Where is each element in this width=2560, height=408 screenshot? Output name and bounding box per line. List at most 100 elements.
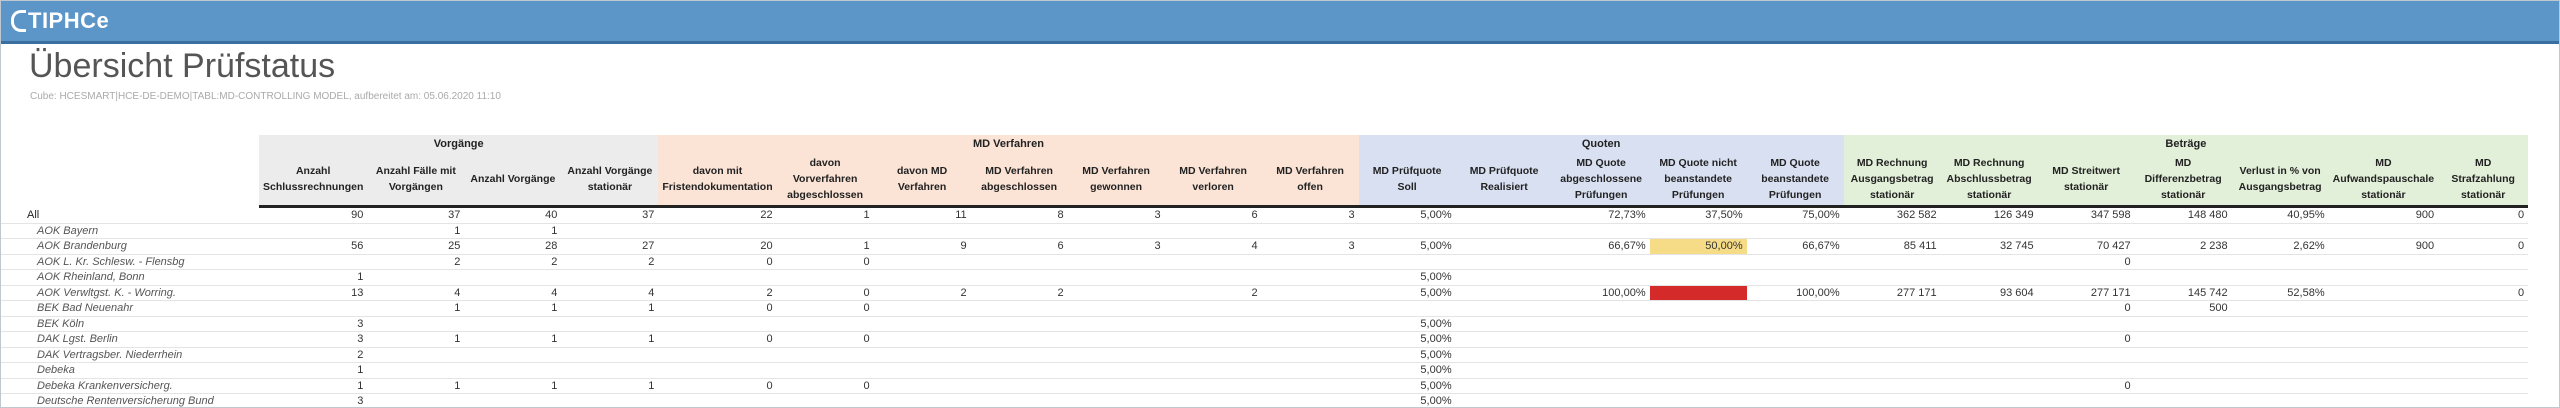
table-cell: 1 [259, 378, 368, 394]
table-cell: 1 [464, 331, 562, 348]
row-label[interactable]: DAK Lgst. Berlin [1, 331, 259, 348]
table-cell [1455, 362, 1553, 379]
table-row[interactable]: AOK Bayern 1 1 [1, 223, 2529, 239]
table-cell [873, 223, 971, 239]
table-cell: 277 171 [1843, 285, 1941, 301]
row-label[interactable]: AOK Verwltgst. K. - Worring. [1, 285, 259, 301]
table-cell [1164, 378, 1262, 394]
column-header[interactable]: MD Quote abgeschlossene Prüfungen [1552, 153, 1650, 208]
table-cell [873, 393, 971, 407]
table-cell [561, 316, 659, 332]
column-header[interactable]: MD Verfahren offen [1261, 153, 1359, 208]
table-cell [1552, 378, 1650, 394]
table-cell [2328, 269, 2439, 286]
column-header[interactable]: Verlust in % von Ausgangsbetrag [2231, 153, 2329, 208]
row-label[interactable]: AOK L. Kr. Schlesw. - Flensbg [1, 254, 259, 270]
row-label[interactable]: BEK Köln [1, 316, 259, 332]
table-row[interactable]: AOK Rheinland, Bonn 1 5,00% [1, 269, 2529, 286]
column-header[interactable]: MD Verfahren abgeschlossen [970, 153, 1068, 208]
table-cell [2438, 362, 2529, 379]
column-header[interactable]: Anzahl Schlussrechnungen [259, 153, 368, 208]
row-label[interactable]: AOK Rheinland, Bonn [1, 269, 259, 286]
table-cell: 90 [259, 206, 368, 224]
table-cell: 5,00% [1358, 331, 1456, 348]
table-cell [1746, 300, 1844, 317]
column-header[interactable]: MD Prüfquote Realisiert [1455, 153, 1553, 208]
table-cell: 3 [259, 331, 368, 348]
table-cell [561, 223, 659, 239]
table-cell: 3 [1067, 206, 1165, 224]
table-cell [1067, 393, 1165, 407]
table-cell [1455, 378, 1553, 394]
table-cell [2134, 269, 2232, 286]
table-cell [561, 269, 659, 286]
column-header[interactable]: Anzahl Fälle mit Vorgängen [367, 153, 465, 208]
table-cell [2328, 316, 2439, 332]
table-row[interactable]: DAK Vertragsber. Niederrhein 2 5,00% [1, 347, 2529, 363]
column-header[interactable]: MD Aufwandspauschale stationär [2328, 153, 2439, 208]
row-label[interactable]: DAK Vertragsber. Niederrhein [1, 347, 259, 363]
table-cell: 9 [873, 238, 971, 255]
table-row[interactable]: AOK Verwltgst. K. - Worring. 13 4 4 4 2 0 2 2 2 5,… [1, 285, 2529, 301]
column-header[interactable]: davon MD Verfahren [873, 153, 971, 208]
column-header[interactable] [1, 153, 259, 207]
logo-c-icon [11, 10, 26, 32]
table-cell [1067, 316, 1165, 332]
table-cell: 1 [464, 300, 562, 317]
table-row[interactable]: Deutsche Rentenversicherung Bund 3 5,00% [1, 393, 2529, 407]
table-cell [1940, 331, 2038, 348]
table-cell: 1 [367, 223, 465, 239]
row-label[interactable]: BEK Bad Neuenahr [1, 300, 259, 317]
table-cell [367, 347, 465, 363]
table-cell [1164, 362, 1262, 379]
column-header[interactable]: MD Quote beanstandete Prüfungen [1746, 153, 1844, 208]
table-cell [1746, 223, 1844, 239]
row-label[interactable]: AOK Bayern [1, 223, 259, 239]
column-header[interactable]: MD Strafzahlung stationär [2438, 153, 2529, 208]
table-cell: 2 [367, 254, 465, 270]
table-cell [1746, 347, 1844, 363]
row-label[interactable]: AOK Brandenburg [1, 238, 259, 255]
column-header[interactable]: MD Differenzbetrag stationär [2134, 153, 2232, 208]
row-label[interactable]: Debeka [1, 362, 259, 379]
table-row[interactable]: BEK Köln 3 5,00% [1, 316, 2529, 332]
table-row[interactable]: AOK Brandenburg 56 25 28 27 20 1 9 6 3 4 3 5,00% 66,6… [1, 238, 2529, 255]
row-label[interactable]: Deutsche Rentenversicherung Bund [1, 393, 259, 407]
table-cell: 5,00% [1358, 393, 1456, 407]
column-header[interactable]: Anzahl Vorgänge [464, 153, 562, 208]
table-cell: 28 [464, 238, 562, 255]
logo-text: TIPHCe [28, 8, 110, 33]
table-row[interactable]: All 90 37 40 37 22 1 11 8 3 6 3 5,00% 72,73% 37,50% 75,… [1, 206, 2529, 224]
row-label[interactable]: All [1, 206, 259, 224]
table-cell [1940, 223, 2038, 239]
table-row[interactable]: Debeka 1 5,00% [1, 362, 2529, 379]
column-header[interactable]: MD Quote nicht beanstandete Prüfungen [1649, 153, 1747, 208]
table-cell: 1 [561, 331, 659, 348]
table-cell: 277 171 [2037, 285, 2135, 301]
row-label[interactable]: Debeka Krankenversicherg. [1, 378, 259, 394]
table-cell [1649, 331, 1747, 348]
column-header[interactable]: davon mit Fristendokumentation [658, 153, 777, 208]
table-cell [970, 347, 1068, 363]
column-header[interactable]: MD Prüfquote Soll [1358, 153, 1456, 208]
table-cell [873, 378, 971, 394]
table-row[interactable]: Debeka Krankenversicherg. 1 1 1 1 0 0 5,00% 0 [1, 378, 2529, 394]
column-header[interactable]: Anzahl Vorgänge stationär [561, 153, 659, 208]
table-cell [2231, 378, 2329, 394]
table-cell: 2 [873, 285, 971, 301]
table-cell [1067, 378, 1165, 394]
column-header[interactable]: MD Verfahren verloren [1164, 153, 1262, 208]
table-cell: 40 [464, 206, 562, 224]
app-logo[interactable]: TIPHCe [11, 8, 109, 34]
column-header[interactable]: MD Rechnung Abschlussbetrag stationär [1940, 153, 2038, 208]
column-header[interactable]: MD Verfahren gewonnen [1067, 153, 1165, 208]
table-row[interactable]: BEK Bad Neuenahr 1 1 1 0 0 0 500 [1, 300, 2529, 317]
table-row[interactable]: AOK L. Kr. Schlesw. - Flensbg 2 2 2 0 0 0 [1, 254, 2529, 270]
column-header[interactable]: MD Rechnung Ausgangsbetrag stationär [1843, 153, 1941, 208]
table-row[interactable]: DAK Lgst. Berlin 3 1 1 1 0 0 5,00% 0 [1, 331, 2529, 348]
table-cell [776, 362, 874, 379]
column-header[interactable]: davon Vorverfahren abgeschlossen [776, 153, 874, 208]
table-cell [2438, 393, 2529, 407]
table-cell [1746, 331, 1844, 348]
column-header[interactable]: MD Streitwert stationär [2037, 153, 2135, 208]
